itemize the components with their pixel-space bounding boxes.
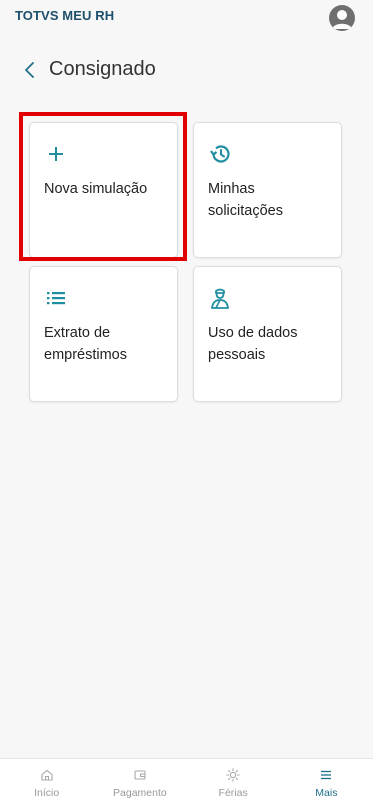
card-label: Extrato de empréstimos [44, 325, 127, 363]
list-icon [47, 292, 65, 305]
nav-label: Mais [315, 787, 338, 799]
nav-label: Início [34, 787, 60, 799]
chevron-left-icon [25, 62, 34, 78]
top-bar: TOTVS MEU RH [0, 0, 373, 38]
nova-simulacao-card[interactable]: Nova simulação [29, 122, 178, 258]
sun-icon [226, 768, 240, 782]
nav-ferias[interactable]: Férias [187, 759, 280, 812]
card-label: Nova simulação [44, 181, 148, 197]
menu-icon [321, 770, 332, 780]
back-button[interactable] [22, 56, 36, 84]
nav-pagamento[interactable]: Pagamento [93, 759, 186, 812]
avatar[interactable] [329, 5, 355, 31]
wallet-icon [134, 770, 146, 780]
home-icon [41, 769, 53, 781]
uso-dados-pessoais-card[interactable]: Uso de dados pessoais [193, 266, 342, 402]
app-title: TOTVS MEU RH [15, 8, 115, 23]
bottom-nav: Início Pagamento Férias Mais [0, 758, 373, 812]
nav-label: Pagamento [113, 787, 167, 799]
nav-inicio[interactable]: Início [0, 759, 93, 812]
card-label: Minhas solicitações [208, 181, 283, 219]
card-label: Uso de dados pessoais [208, 325, 298, 363]
person-icon [211, 288, 229, 309]
history-icon [210, 145, 230, 163]
page-title: Consignado [49, 58, 156, 80]
nav-mais[interactable]: Mais [280, 759, 373, 812]
plus-icon [49, 147, 63, 161]
user-icon [332, 10, 352, 29]
minhas-solicitacoes-card[interactable]: Minhas solicitações [193, 122, 342, 258]
extrato-emprestimos-card[interactable]: Extrato de empréstimos [29, 266, 178, 402]
nav-label: Férias [218, 787, 248, 799]
